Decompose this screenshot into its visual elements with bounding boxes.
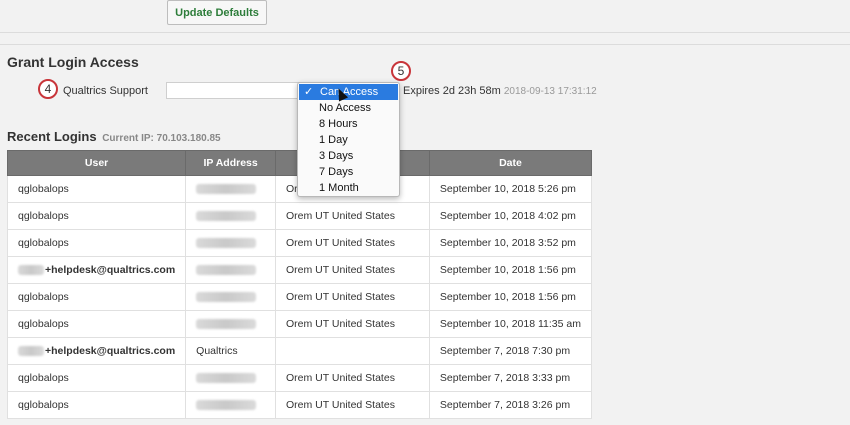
current-ip-label: Current IP: 70.103.180.85	[102, 133, 221, 144]
dropdown-option-no-access[interactable]: No Access	[298, 100, 399, 116]
cell-location: Orem UT United States	[275, 364, 430, 392]
redacted-name	[18, 265, 44, 276]
redacted-ip	[196, 238, 257, 249]
dropdown-option-7-days[interactable]: 7 Days	[298, 164, 399, 180]
cell-date: September 10, 2018 11:35 am	[428, 310, 593, 338]
dropdown-option-1-month[interactable]: 1 Month	[298, 180, 399, 196]
cell-ip-address	[185, 310, 277, 338]
cell-ip-address	[185, 283, 277, 311]
cell-date: September 10, 2018 1:56 pm	[428, 283, 593, 311]
redacted-ip	[196, 319, 257, 330]
cell-user: qglobalops	[6, 391, 187, 419]
access-duration-dropdown[interactable]: ✓ Can Access No Access 8 Hours 1 Day 3 Da…	[297, 82, 400, 197]
cell-ip-address	[185, 202, 277, 230]
access-expiry: Expires 2d 23h 58m 2018-09-13 17:31:12	[403, 85, 597, 97]
section-divider	[0, 44, 850, 45]
cell-date: September 10, 2018 1:56 pm	[428, 256, 593, 284]
cell-user: +helpdesk@qualtrics.com	[6, 256, 187, 284]
cell-location: Orem UT United States	[275, 202, 430, 230]
column-header-ip-address: IP Address	[185, 150, 277, 176]
cell-location: Orem UT United States	[275, 283, 430, 311]
cell-ip-address	[185, 175, 277, 203]
expires-text: Expires 2d 23h 58m	[403, 85, 501, 97]
qualtrics-support-label: Qualtrics Support	[63, 85, 148, 97]
cell-ip-address: Qualtrics	[185, 337, 277, 365]
dropdown-option-1-day[interactable]: 1 Day	[298, 132, 399, 148]
cell-location	[275, 337, 430, 365]
cell-ip-address	[185, 364, 277, 392]
cell-location: Orem UT United States	[275, 229, 430, 257]
table-row: qglobalops Orem UT United States Septemb…	[6, 283, 593, 311]
cell-user: qglobalops	[6, 283, 187, 311]
cell-date: September 7, 2018 7:30 pm	[428, 337, 593, 365]
cell-user: qglobalops	[6, 202, 187, 230]
callout-marker-4: 4	[38, 79, 58, 99]
cell-ip-address	[185, 256, 277, 284]
redacted-ip	[196, 373, 257, 384]
redacted-ip	[196, 265, 257, 276]
update-defaults-button[interactable]: Update Defaults	[167, 0, 267, 25]
cell-user: qglobalops	[6, 310, 187, 338]
cell-user: +helpdesk@qualtrics.com	[6, 337, 187, 365]
cell-location: Orem UT United States	[275, 256, 430, 284]
cell-user: qglobalops	[6, 175, 187, 203]
callout-marker-5: 5	[391, 61, 411, 81]
cell-ip-address	[185, 229, 277, 257]
user-email: +helpdesk@qualtrics.com	[45, 264, 176, 276]
cell-user: qglobalops	[6, 229, 187, 257]
table-row: qglobalops Orem UT United States Septemb…	[6, 364, 593, 392]
cell-date: September 10, 2018 3:52 pm	[428, 229, 593, 257]
grant-login-access-title: Grant Login Access	[7, 54, 139, 70]
redacted-ip	[196, 184, 257, 195]
cell-date: September 7, 2018 3:33 pm	[428, 364, 593, 392]
column-header-user: User	[6, 150, 187, 176]
qualtrics-support-field[interactable]	[166, 82, 303, 99]
cell-location: Orem UT United States	[275, 391, 430, 419]
table-row: +helpdesk@qualtrics.com Orem UT United S…	[6, 256, 593, 284]
dropdown-option-can-access[interactable]: ✓ Can Access	[299, 84, 398, 100]
redacted-ip	[196, 292, 257, 303]
table-row: +helpdesk@qualtrics.com Qualtrics Septem…	[6, 337, 593, 365]
cell-ip-address	[185, 391, 277, 419]
redacted-ip	[196, 400, 257, 411]
redacted-name	[18, 346, 44, 357]
table-row: qglobalops Orem UT United States Septemb…	[6, 229, 593, 257]
cell-date: September 7, 2018 3:26 pm	[428, 391, 593, 419]
column-header-date: Date	[428, 150, 593, 176]
table-row: qglobalops Orem UT United States Septemb…	[6, 391, 593, 419]
table-row: qglobalops Orem UT United States Septemb…	[6, 310, 593, 338]
expires-timestamp: 2018-09-13 17:31:12	[503, 86, 597, 97]
redacted-ip	[196, 211, 257, 222]
recent-logins-heading: Recent Logins	[7, 129, 97, 144]
top-toolbar: Update Defaults	[0, 0, 850, 33]
cell-user: qglobalops	[6, 364, 187, 392]
table-row: qglobalops Orem UT United States Septemb…	[6, 202, 593, 230]
user-email: +helpdesk@qualtrics.com	[45, 345, 176, 357]
cell-date: September 10, 2018 5:26 pm	[428, 175, 593, 203]
cell-location: Orem UT United States	[275, 310, 430, 338]
dropdown-option-3-days[interactable]: 3 Days	[298, 148, 399, 164]
recent-logins-title: Recent Logins Current IP: 70.103.180.85	[7, 129, 221, 144]
dropdown-option-8-hours[interactable]: 8 Hours	[298, 116, 399, 132]
cell-date: September 10, 2018 4:02 pm	[428, 202, 593, 230]
checkmark-icon: ✓	[304, 86, 314, 98]
